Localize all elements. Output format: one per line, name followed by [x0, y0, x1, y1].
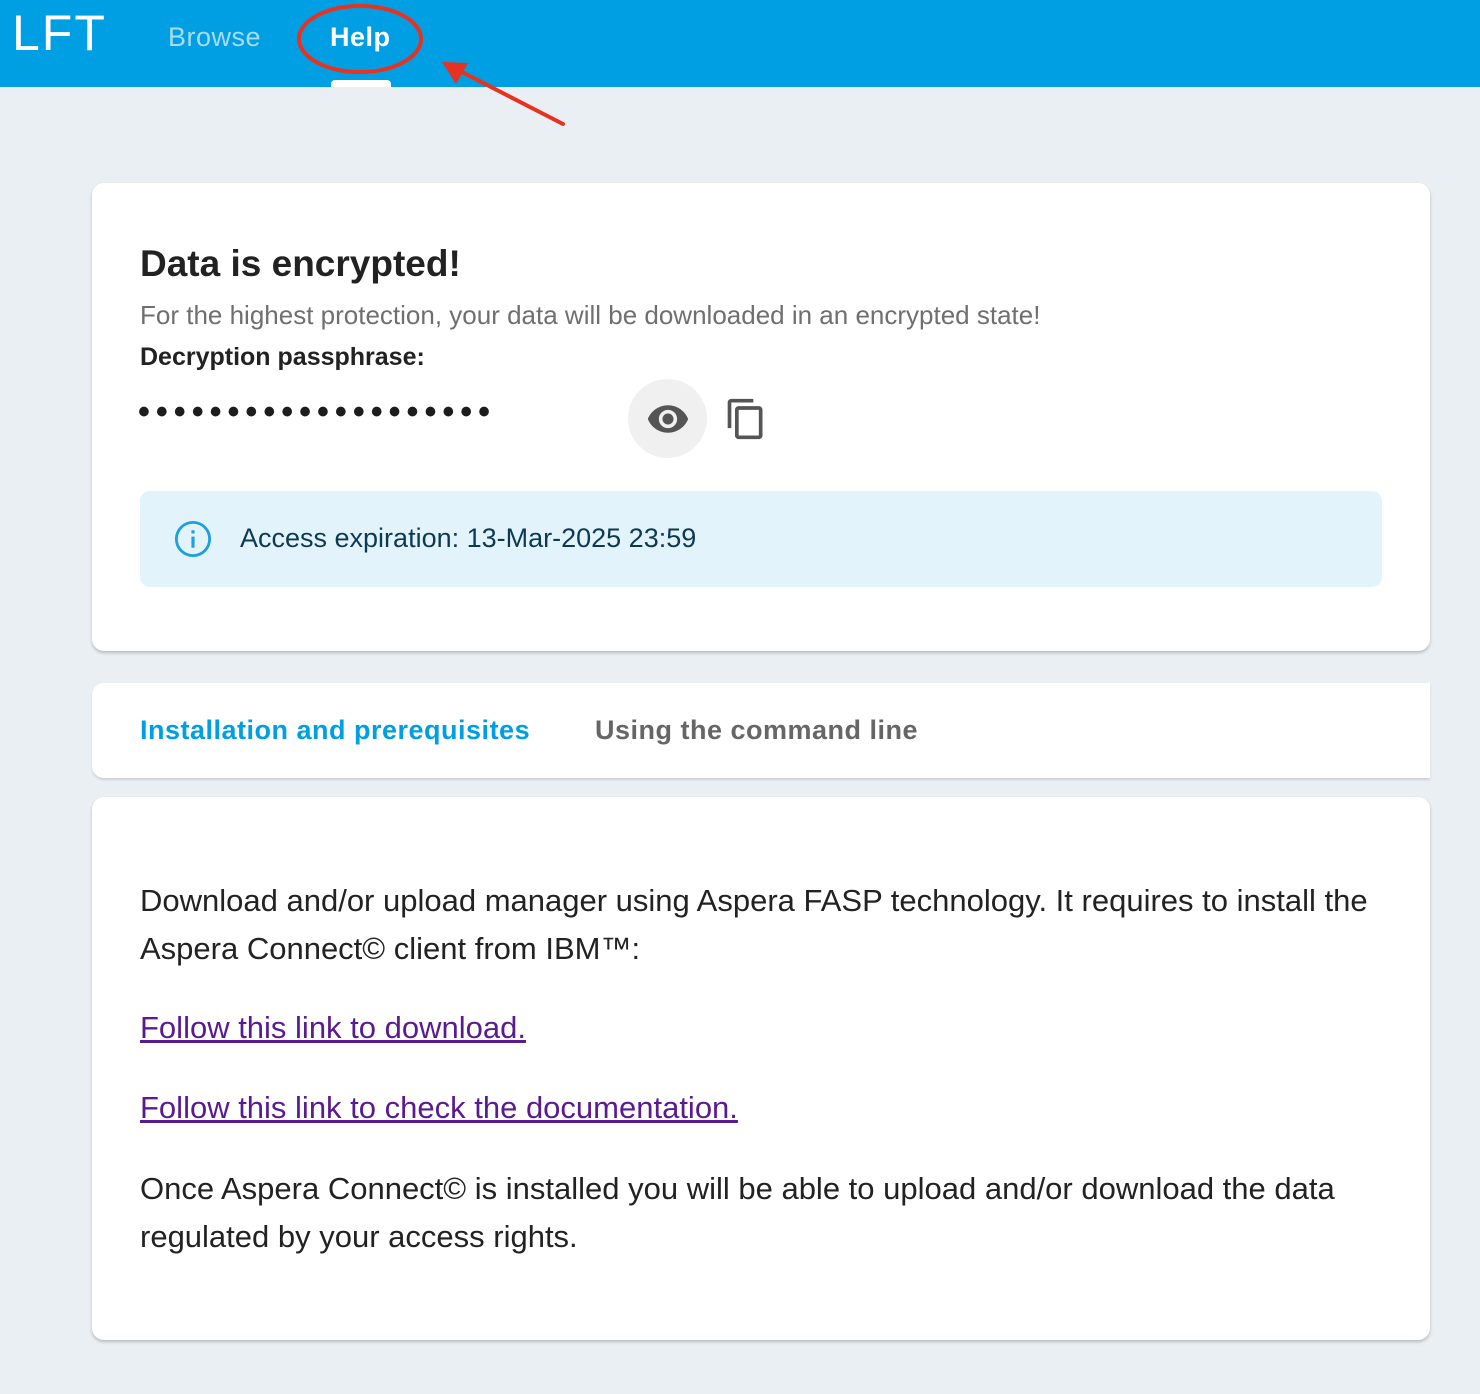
passphrase-label: Decryption passphrase:: [140, 343, 425, 371]
download-link[interactable]: Follow this link to download.: [140, 1010, 526, 1046]
nav-browse[interactable]: Browse: [168, 22, 261, 53]
passphrase-field[interactable]: ••••••••••••••••••••: [138, 393, 496, 432]
info-icon: [174, 520, 212, 558]
encryption-title: Data is encrypted!: [140, 243, 461, 284]
documentation-link[interactable]: Follow this link to check the documentat…: [140, 1090, 738, 1126]
help-intro-text: Download and/or upload manager using Asp…: [140, 883, 1368, 966]
eye-icon: [647, 405, 689, 433]
encryption-card: Data is encrypted! For the highest prote…: [92, 183, 1430, 651]
help-outro-text: Once Aspera Connect© is installed you wi…: [140, 1171, 1335, 1254]
tab-command-line[interactable]: Using the command line: [595, 715, 918, 746]
app-logo[interactable]: LFT: [12, 4, 107, 62]
tab-installation[interactable]: Installation and prerequisites: [140, 715, 530, 746]
help-content-card: Download and/or upload manager using Asp…: [92, 797, 1430, 1340]
top-app-bar: LFT Browse Help: [0, 0, 1480, 87]
nav-help[interactable]: Help: [330, 22, 391, 53]
encryption-subtitle: For the highest protection, your data wi…: [140, 300, 1041, 330]
access-expiration-text: Access expiration: 13-Mar-2025 23:59: [240, 523, 697, 553]
copy-passphrase-button[interactable]: [724, 395, 768, 443]
help-tabs: Installation and prerequisites Using the…: [92, 683, 1430, 778]
access-expiration-alert: Access expiration: 13-Mar-2025 23:59: [140, 491, 1382, 587]
show-passphrase-button[interactable]: [628, 379, 707, 458]
copy-icon: [727, 398, 763, 440]
nav-active-indicator: [331, 80, 391, 87]
